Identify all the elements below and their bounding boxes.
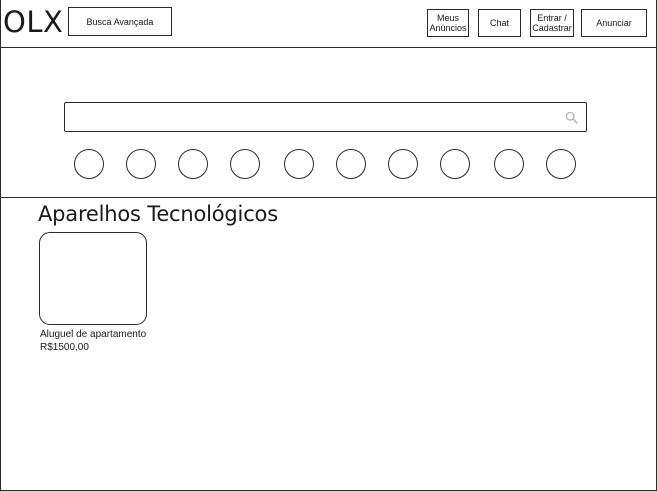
search-icon[interactable]	[565, 111, 578, 124]
category-button-7[interactable]	[388, 149, 418, 179]
my-ads-button[interactable]: Meus Anúncios	[427, 9, 469, 37]
chat-button[interactable]: Chat	[478, 9, 521, 37]
category-button-5[interactable]	[284, 149, 314, 179]
listing-image[interactable]	[39, 232, 147, 325]
category-button-3[interactable]	[178, 149, 208, 179]
login-register-button[interactable]: Entrar / Cadastrar	[530, 9, 574, 37]
category-button-10[interactable]	[546, 149, 576, 179]
advanced-search-button[interactable]: Busca Avançada	[68, 7, 172, 36]
listing-card[interactable]: Aluguel de apartamento R$1500,00	[39, 232, 149, 357]
listing-price: R$1500,00	[40, 342, 89, 353]
category-button-2[interactable]	[126, 149, 156, 179]
search-section	[0, 48, 657, 198]
olx-logo[interactable]: OLX	[3, 4, 63, 40]
search-bar[interactable]	[64, 102, 587, 132]
post-ad-button[interactable]: Anunciar	[581, 9, 647, 37]
category-button-1[interactable]	[74, 149, 104, 179]
category-button-6[interactable]	[336, 149, 366, 179]
category-button-9[interactable]	[494, 149, 524, 179]
header: OLX Busca Avançada Meus Anúncios Chat En…	[0, 0, 657, 48]
listing-title[interactable]: Aluguel de apartamento	[40, 329, 148, 341]
category-button-8[interactable]	[440, 149, 470, 179]
category-button-4[interactable]	[230, 149, 260, 179]
search-input[interactable]	[69, 106, 559, 128]
section-title: Aparelhos Tecnológicos	[38, 202, 278, 226]
